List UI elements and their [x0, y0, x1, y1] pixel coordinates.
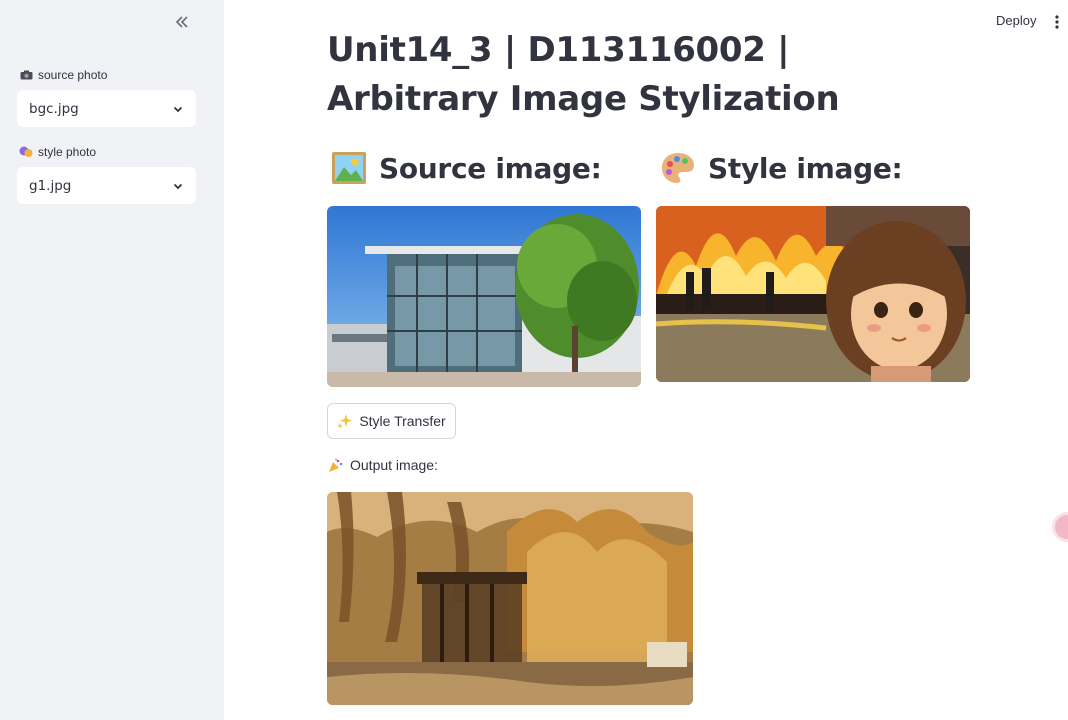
- source-photo-label: source photo: [19, 68, 107, 82]
- source-photo-select[interactable]: bgc.jpg: [17, 90, 196, 127]
- style-image: [656, 206, 970, 382]
- source-image: [327, 206, 641, 387]
- style-image-heading: Style image:: [660, 150, 903, 186]
- masks-icon: [19, 146, 33, 158]
- collapse-sidebar-button[interactable]: [170, 10, 194, 34]
- framed-picture-icon: [332, 152, 366, 184]
- main-menu-button[interactable]: [1048, 12, 1066, 32]
- style-photo-select[interactable]: g1.jpg: [17, 167, 196, 204]
- chevron-down-icon: [173, 183, 183, 189]
- floating-assistant-icon[interactable]: [1052, 512, 1068, 542]
- style-photo-value: g1.jpg: [29, 177, 72, 194]
- double-chevron-left-icon: [175, 16, 188, 28]
- sidebar: source photo bgc.jpg style photo g1.jpg: [0, 0, 224, 720]
- source-photo-value: bgc.jpg: [29, 100, 79, 117]
- style-photo-label: style photo: [19, 145, 96, 159]
- kebab-menu-icon: [1055, 15, 1059, 29]
- sparkles-icon: [337, 414, 353, 429]
- artist-palette-icon: [662, 153, 694, 183]
- style-transfer-button[interactable]: Style Transfer: [327, 403, 456, 439]
- chevron-down-icon: [173, 106, 183, 112]
- output-image-label: Output image:: [328, 457, 438, 473]
- output-image: [327, 492, 693, 705]
- deploy-button[interactable]: Deploy: [988, 11, 1044, 30]
- source-image-heading: Source image:: [331, 150, 602, 186]
- camera-icon: [19, 70, 33, 80]
- page-title: Unit14_3 | D113116002 | Arbitrary Image …: [327, 30, 840, 119]
- party-popper-icon: [329, 458, 343, 472]
